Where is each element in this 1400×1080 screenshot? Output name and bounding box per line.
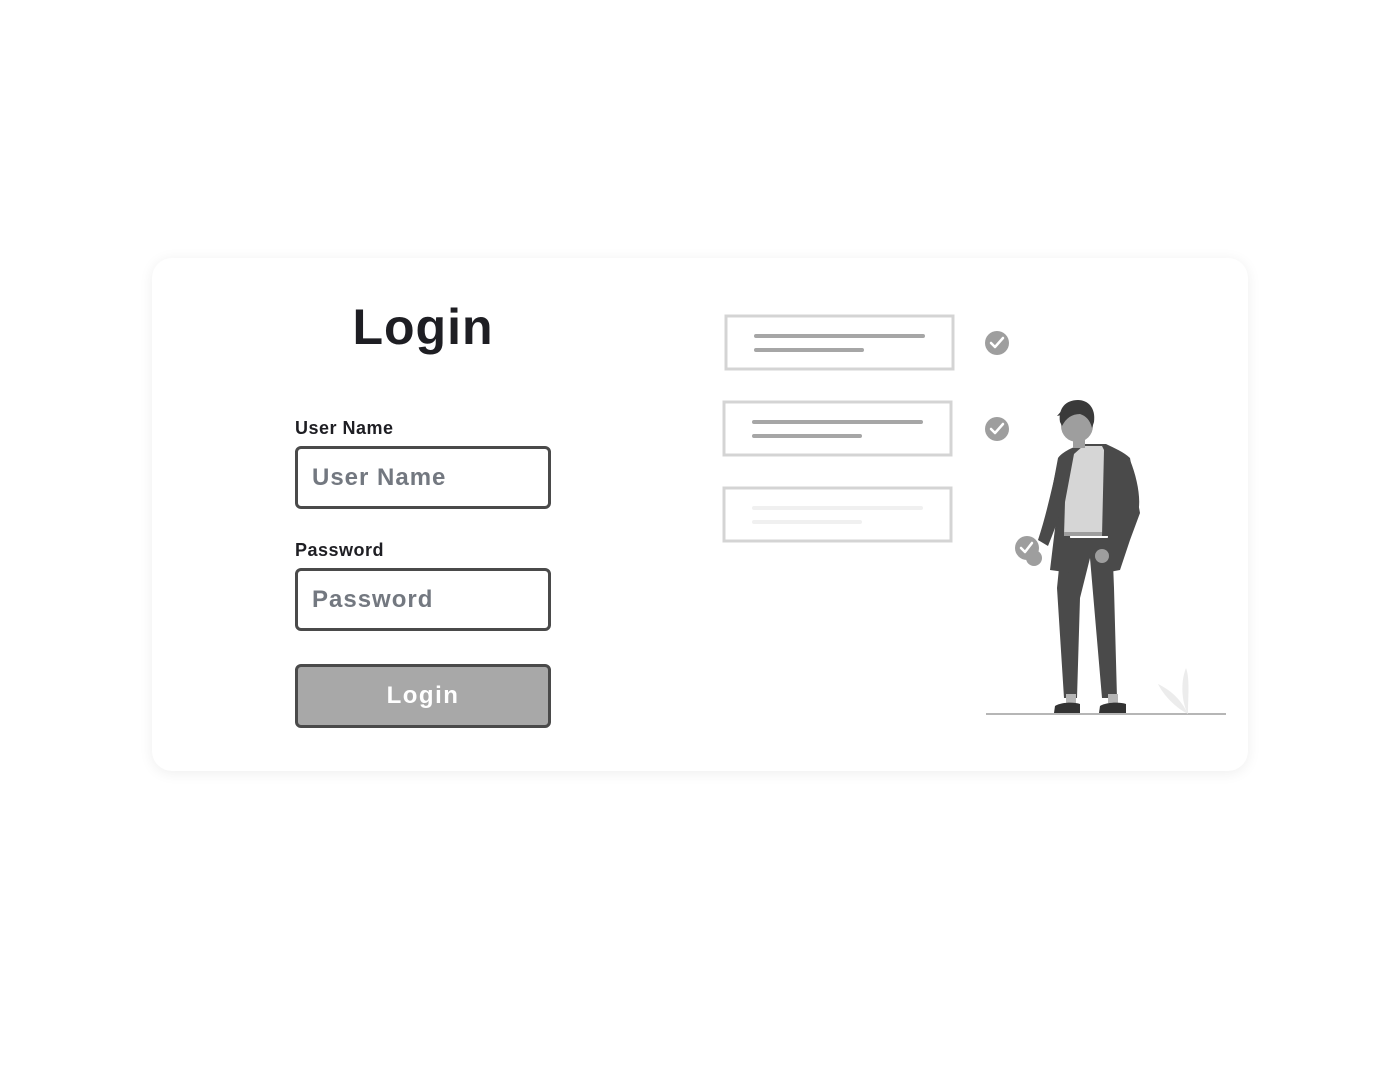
plant-icon: [1158, 668, 1189, 714]
checklist-card-icon: [722, 400, 953, 457]
checklist-card-icon: [724, 314, 955, 371]
checklist-card-icon: [722, 486, 953, 543]
check-circle-icon: [985, 417, 1009, 441]
person-figure-icon: [1015, 400, 1140, 713]
login-card: Login User Name Password Login: [152, 258, 1248, 771]
person-with-checklist-icon: [722, 314, 1226, 715]
check-circle-icon: [985, 331, 1009, 355]
